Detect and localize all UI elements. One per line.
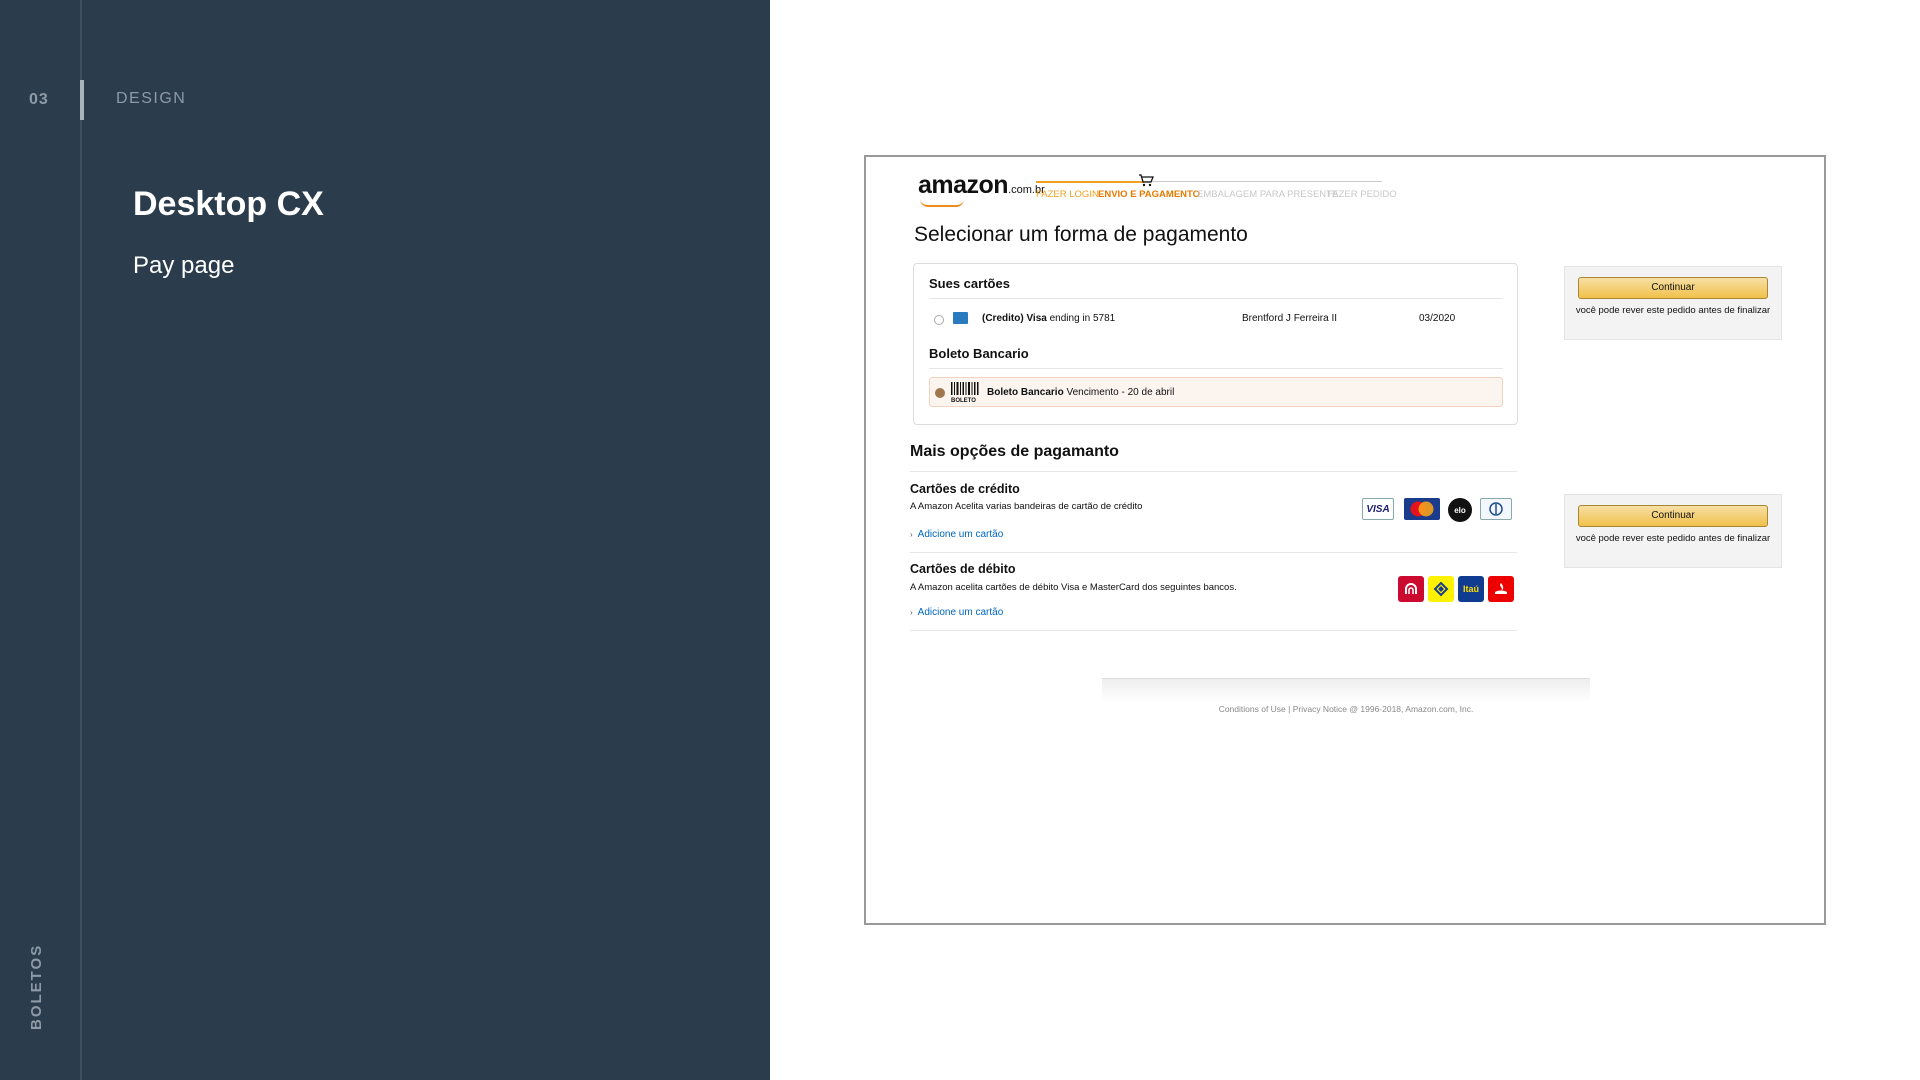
bradesco-logo: [1398, 576, 1424, 602]
progress-bar-complete: [1036, 181, 1144, 183]
itau-logo: Itaú: [1458, 576, 1484, 602]
step-shipping-payment: ENVIO E PAGAMENTO: [1098, 189, 1201, 200]
footer-links[interactable]: Conditions of Use | Privacy Notice @ 199…: [1102, 704, 1590, 714]
diners-club-logo: [1480, 498, 1512, 520]
divider: [929, 298, 1503, 299]
slide-subtitle: Pay page: [133, 252, 235, 279]
credit-cards-heading: Cartões de crédito: [910, 482, 1020, 496]
chevron-right-icon: ›: [910, 608, 913, 617]
mastercard-logo: [1404, 498, 1440, 520]
divider-line: [80, 0, 82, 1080]
continue-note: você pode rever este pedido antes de fin…: [1575, 305, 1771, 316]
debit-cards-heading: Cartões de débito: [910, 562, 1016, 576]
progress-bar-remaining: [1144, 181, 1382, 182]
divider: [910, 471, 1517, 472]
amazon-smile-icon: [920, 199, 964, 207]
footer-divider: [1102, 678, 1590, 702]
saved-cards-heading: Sues cartões: [929, 276, 1010, 291]
add-debit-card-link[interactable]: › Adicione um cartão: [910, 607, 1003, 618]
boleto-radio[interactable]: [935, 388, 945, 398]
section-number: 03: [29, 91, 49, 108]
continue-button[interactable]: Continuar: [1578, 505, 1768, 527]
section-label: DESIGN: [116, 90, 187, 107]
elo-logo: elo: [1448, 498, 1472, 522]
continue-panel-bottom: Continuar você pode rever este pedido an…: [1564, 494, 1782, 568]
add-credit-card-link[interactable]: › Adicione um cartão: [910, 529, 1003, 540]
divider: [910, 552, 1517, 553]
step-gift-wrap: EMBALAGEM PARA PRESENTE: [1197, 189, 1339, 200]
boleto-heading: Boleto Bancario: [929, 346, 1029, 361]
card-label: (Credito) Visa ending in 5781: [982, 313, 1116, 324]
card-holder-name: Brentford J Ferreira II: [1242, 313, 1338, 324]
continue-note: você pode rever este pedido antes de fin…: [1575, 533, 1771, 544]
credit-cards-description: A Amazon Acelita varias bandeiras de car…: [910, 501, 1143, 512]
amazon-logo[interactable]: amazon.com.br: [918, 171, 1045, 200]
more-options-heading: Mais opções de pagamanto: [910, 443, 1119, 460]
cart-icon: [1139, 174, 1154, 187]
banco-do-brasil-logo: [1428, 576, 1454, 602]
vertical-section-label: BOLETOS: [28, 943, 45, 1030]
continue-panel-top: Continuar você pode rever este pedido an…: [1564, 266, 1782, 340]
slide-sidebar: 03 DESIGN Desktop CX Pay page BOLETOS: [0, 0, 770, 1080]
chevron-right-icon: ›: [910, 530, 913, 539]
boleto-label: Boleto Bancario Vencimento - 20 de abril: [987, 387, 1175, 398]
divider: [929, 368, 1503, 369]
barcode-icon: BOLETO: [951, 382, 979, 404]
page-title: Selecionar um forma de pagamento: [914, 223, 1248, 246]
saved-methods-box: Sues cartões (Credito) Visa ending in 57…: [913, 263, 1518, 425]
step-place-order: FAZER PEDIDO: [1327, 189, 1397, 200]
pay-page-mockup: amazon.com.br FAZER LOGIN ENVIO E PAGAME…: [864, 155, 1826, 925]
amex-card-icon: [953, 312, 968, 324]
visa-logo: VISA: [1362, 498, 1394, 520]
card-radio[interactable]: [934, 315, 944, 325]
divider: [910, 630, 1517, 631]
santander-logo: [1488, 576, 1514, 602]
saved-card-row[interactable]: (Credito) Visa ending in 5781 Brentford …: [929, 308, 1503, 332]
slide-title: Desktop CX: [133, 185, 324, 223]
step-login: FAZER LOGIN: [1036, 189, 1099, 200]
card-expiry: 03/2020: [1419, 313, 1456, 324]
debit-cards-description: A Amazon acelita cartões de débito Visa …: [910, 582, 1237, 593]
section-marker: [80, 80, 84, 120]
continue-button[interactable]: Continuar: [1578, 277, 1768, 299]
boleto-option-row[interactable]: BOLETO Boleto Bancario Vencimento - 20 d…: [929, 377, 1503, 407]
